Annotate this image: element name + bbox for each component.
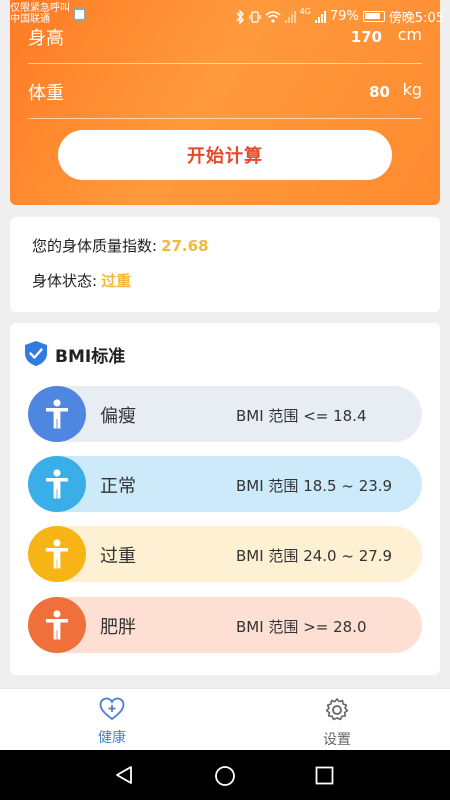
bluetooth-icon [236,9,244,24]
system-nav-bar [0,750,450,800]
signal-icon-1 [284,10,296,23]
bmi-level-range: BMI 范围 24.0 ~ 27.9 [236,547,393,565]
bottom-nav: 健康 设置 [0,688,450,750]
shield-check-icon [25,341,47,366]
height-divider [28,63,422,64]
height-input[interactable]: 170 [351,28,382,46]
network-type-label: 4G [299,7,311,16]
heart-plus-icon [99,697,125,721]
back-icon[interactable] [114,765,134,785]
weight-unit: kg [402,80,422,99]
bmi-level-name: 过重 [100,546,136,567]
body-status-value: 过重 [101,272,132,290]
battery-percent: 79% [329,9,359,24]
body-status-line: 身体状态: 过重 [32,270,131,291]
height-row[interactable]: 身高 170 cm [28,24,422,54]
nav-tab-health[interactable]: 健康 [82,697,142,747]
home-icon[interactable] [214,765,236,787]
height-unit: cm [397,25,422,44]
person-icon [28,597,86,653]
bmi-result-label: 您的身体质量指数: [32,237,158,255]
wifi-icon [265,10,281,23]
person-icon [28,386,86,442]
bmi-level-range: BMI 范围 >= 28.0 [236,618,367,636]
bmi-level-obese: 肥胖 BMI 范围 >= 28.0 [28,597,422,653]
bmi-level-range: BMI 范围 <= 18.4 [236,407,367,425]
security-shield-icon [73,8,86,21]
nav-tab-settings[interactable]: 设置 [307,697,367,749]
bmi-level-underweight: 偏瘦 BMI 范围 <= 18.4 [28,386,422,442]
vibrate-icon [248,10,261,23]
battery-icon [362,11,385,22]
recents-icon[interactable] [315,766,334,785]
carrier-emergency-text: 仅限紧急呼叫 [10,3,70,14]
bmi-level-name: 正常 [100,476,136,497]
result-card: 您的身体质量指数: 27.68 身体状态: 过重 [10,217,440,312]
bmi-result-line: 您的身体质量指数: 27.68 [32,235,209,256]
person-icon [28,526,86,582]
nav-label-settings: 设置 [323,732,351,748]
bmi-level-name: 偏瘦 [100,406,136,427]
body-status-label: 身体状态: [32,272,98,290]
carrier-info: 仅限紧急呼叫 中国联通 [10,3,70,25]
height-label: 身高 [28,28,64,49]
bmi-level-normal: 正常 BMI 范围 18.5 ~ 23.9 [28,456,422,512]
signal-icon-2 [314,10,326,23]
weight-label: 体重 [28,83,64,104]
bmi-result-value: 27.68 [161,237,209,255]
bmi-level-range: BMI 范围 18.5 ~ 23.9 [236,477,393,495]
person-icon [28,456,86,512]
gear-icon [325,698,349,721]
bmi-level-name: 肥胖 [100,617,136,638]
bmi-standard-title: BMI标准 [55,347,126,367]
weight-divider [28,118,422,119]
weight-row[interactable]: 体重 80 kg [28,79,422,109]
nav-label-health: 健康 [98,730,126,746]
weight-input[interactable]: 80 [369,83,390,101]
bmi-level-overweight: 过重 BMI 范围 24.0 ~ 27.9 [28,526,422,582]
bmi-standard-card: BMI标准 偏瘦 BMI 范围 <= 18.4 正常 BMI 范围 18.5 ~… [10,323,440,675]
start-calculate-button[interactable]: 开始计算 [58,130,392,180]
